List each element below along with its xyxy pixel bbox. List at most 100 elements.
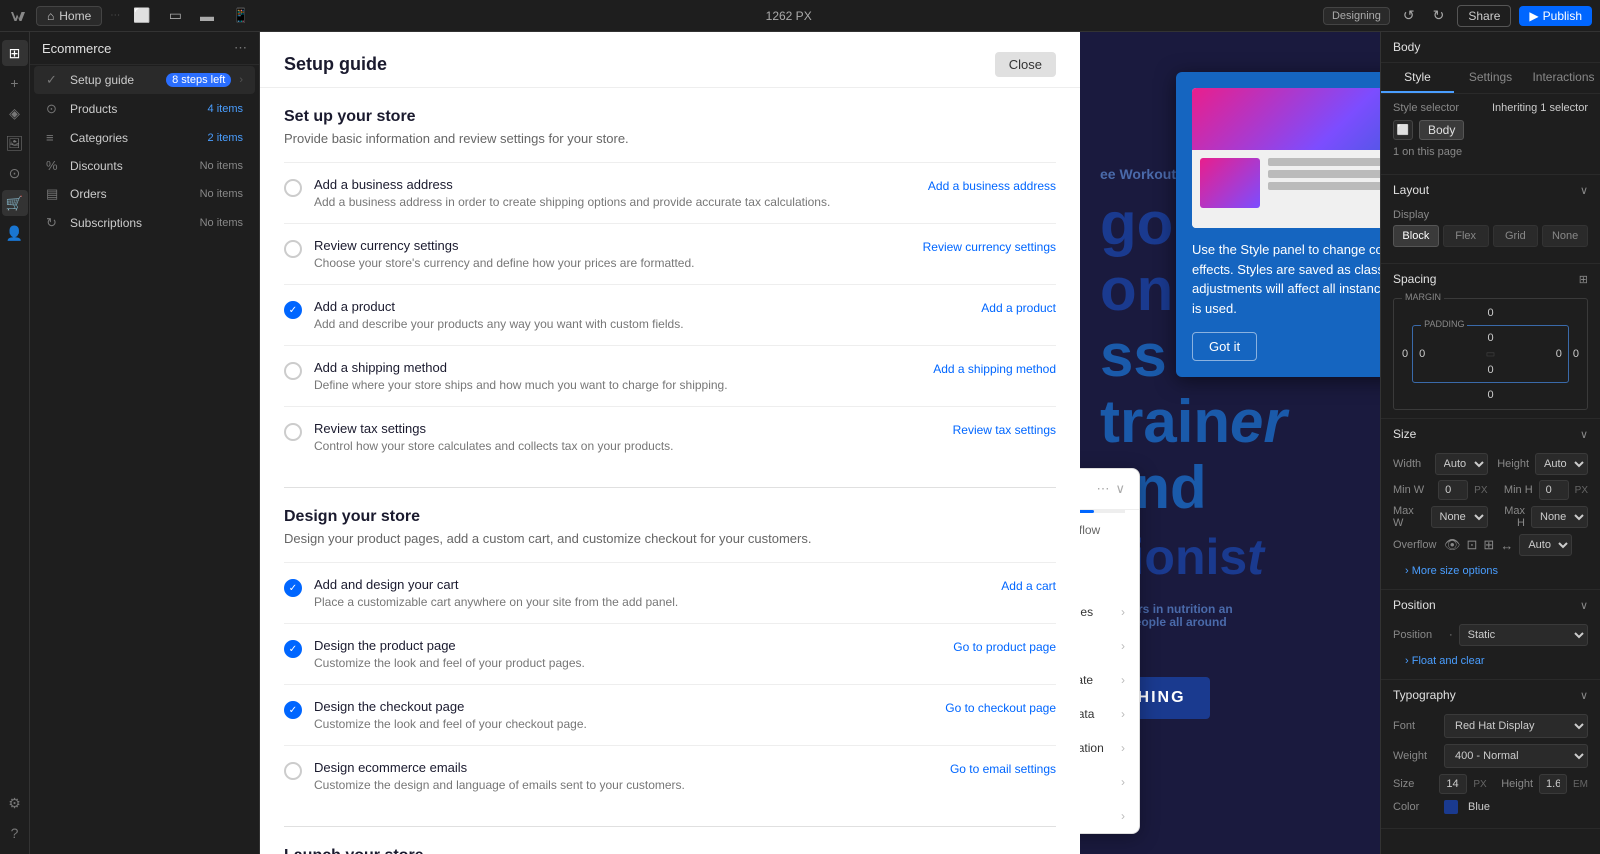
spacing-section-header[interactable]: Spacing ⊞ <box>1381 264 1600 290</box>
minw-input[interactable] <box>1438 480 1468 500</box>
overflow-row: Overflow 👁 ⊡ ⊞ ↔ Auto <box>1393 534 1588 556</box>
sidebar-icon-cms[interactable]: ⊙ <box>2 160 28 186</box>
nav-item-subscriptions[interactable]: ↻ Subscriptions No items <box>34 209 255 237</box>
overflow-icon-4[interactable]: ↔ <box>1500 538 1513 553</box>
margin-left-val[interactable]: 0 <box>1402 348 1408 360</box>
share-button[interactable]: Share <box>1457 5 1511 27</box>
step-action-emails[interactable]: Go to email settings <box>950 762 1056 776</box>
step-radio-checkout[interactable] <box>284 701 302 719</box>
step-action-2[interactable]: Review currency settings <box>923 240 1056 254</box>
step-radio-cart[interactable] <box>284 579 302 597</box>
layout-title: Layout <box>1393 183 1429 197</box>
overflow-icon-2[interactable]: ⊡ <box>1467 537 1478 553</box>
padding-left-val[interactable]: 0 <box>1419 348 1425 360</box>
margin-top-val[interactable]: 0 <box>1402 307 1579 319</box>
sidebar-icon-pages[interactable]: ⊞ <box>2 40 28 66</box>
step-radio-product[interactable] <box>284 640 302 658</box>
sidebar-icon-components[interactable]: ◈ <box>2 100 28 126</box>
width-select[interactable]: Auto <box>1435 453 1488 475</box>
setup-guide-close-button[interactable]: Close <box>995 52 1056 77</box>
step-radio-5[interactable] <box>284 423 302 441</box>
sidebar-icon-settings[interactable]: ⚙ <box>2 790 28 816</box>
maxh-label: Max H <box>1494 505 1526 529</box>
overflow-eye-icon[interactable]: 👁 <box>1444 537 1461 553</box>
webflow-logo[interactable] <box>8 6 28 26</box>
step-action-1[interactable]: Add a business address <box>928 179 1056 193</box>
get-started-chevron-icon[interactable]: ∨ <box>1115 481 1125 497</box>
position-select[interactable]: Static <box>1459 624 1588 646</box>
layout-section: Display Block Flex Grid None <box>1381 201 1600 264</box>
step-action-5[interactable]: Review tax settings <box>953 423 1056 437</box>
step-action-3[interactable]: Add a product <box>981 301 1056 315</box>
step-radio-4[interactable] <box>284 362 302 380</box>
layout-section-header[interactable]: Layout ∨ <box>1381 175 1600 201</box>
nav-item-setup-guide[interactable]: ✓ Setup guide 8 steps left › <box>34 66 255 94</box>
step-radio-emails[interactable] <box>284 762 302 780</box>
step-action-checkout[interactable]: Go to checkout page <box>945 701 1056 715</box>
more-size-options[interactable]: › More size options <box>1393 561 1588 581</box>
color-val: Blue <box>1468 801 1490 813</box>
nav-item-products[interactable]: ⊙ Products 4 items <box>34 95 255 123</box>
padding-right-val[interactable]: 0 <box>1556 348 1562 360</box>
publish-button[interactable]: ▶ Publish <box>1519 6 1592 26</box>
margin-label: MARGIN <box>1402 292 1444 302</box>
undo-icon[interactable]: ↺ <box>1398 5 1420 26</box>
sidebar-icon-add[interactable]: + <box>2 70 28 96</box>
tab-settings[interactable]: Settings <box>1454 63 1527 93</box>
size-section-header[interactable]: Size ∨ <box>1381 419 1600 445</box>
padding-top-val[interactable]: 0 <box>1419 332 1562 344</box>
maxh-select[interactable]: None <box>1531 506 1588 528</box>
home-button[interactable]: ⌂ Home <box>36 6 102 26</box>
minh-input[interactable] <box>1539 480 1569 500</box>
sidebar-icon-assets[interactable]: 🖼 <box>2 130 28 156</box>
nav-item-categories[interactable]: ≡ Categories 2 items <box>34 124 255 151</box>
desktop-icon[interactable]: ⬜ <box>128 5 155 26</box>
step-action-cart[interactable]: Add a cart <box>1001 579 1056 593</box>
phone-icon[interactable]: 📱 <box>227 5 254 26</box>
weight-select[interactable]: 400 - Normal <box>1444 744 1588 768</box>
layout-btn-none[interactable]: None <box>1542 225 1588 247</box>
tablet-icon[interactable]: ▭ <box>164 5 187 26</box>
nav-item-orders[interactable]: ▤ Orders No items <box>34 180 255 208</box>
step-radio-3[interactable] <box>284 301 302 319</box>
margin-bottom-val[interactable]: 0 <box>1402 389 1579 401</box>
redo-icon[interactable]: ↻ <box>1428 5 1450 26</box>
step-action-4[interactable]: Add a shipping method <box>933 362 1056 376</box>
tab-interactions[interactable]: Interactions <box>1527 63 1600 93</box>
margin-right-val[interactable]: 0 <box>1573 348 1579 360</box>
position-section-header[interactable]: Position ∨ <box>1381 590 1600 616</box>
overflow-select[interactable]: Auto <box>1519 534 1572 556</box>
body-selector-icon[interactable]: ⬜ <box>1393 120 1413 140</box>
tooltip-got-it-button[interactable]: Got it <box>1192 332 1257 361</box>
sidebar-icon-help[interactable]: ? <box>2 820 28 846</box>
left-panel-more-icon[interactable]: ⋯ <box>234 40 247 56</box>
height-select[interactable]: Auto <box>1535 453 1588 475</box>
designing-badge: Designing <box>1323 7 1390 25</box>
subscriptions-icon: ↻ <box>46 215 62 231</box>
layout-collapse-icon: ∨ <box>1580 184 1588 197</box>
tab-style[interactable]: Style <box>1381 63 1454 93</box>
sidebar-icon-users[interactable]: 👤 <box>2 220 28 246</box>
step-radio-2[interactable] <box>284 240 302 258</box>
typo-size-input[interactable] <box>1439 774 1467 794</box>
nav-item-discounts[interactable]: % Discounts No items <box>34 152 255 179</box>
layout-btn-grid[interactable]: Grid <box>1493 225 1539 247</box>
get-started-more-icon[interactable]: ⋯ <box>1096 481 1109 497</box>
padding-bottom-val[interactable]: 0 <box>1419 364 1562 376</box>
size-section: Width Auto Height Auto Min W PX Min H PX… <box>1381 445 1600 590</box>
sidebar-icon-ecommerce[interactable]: 🛒 <box>2 190 28 216</box>
typo-height-input[interactable] <box>1539 774 1567 794</box>
body-tag-label[interactable]: Body <box>1419 120 1464 140</box>
color-swatch[interactable] <box>1444 800 1458 814</box>
typography-section-header[interactable]: Typography ∨ <box>1381 680 1600 706</box>
layout-btn-block[interactable]: Block <box>1393 225 1439 247</box>
font-select[interactable]: Red Hat Display <box>1444 714 1588 738</box>
mobile-icon[interactable]: ▬ <box>195 6 219 26</box>
layout-btn-flex[interactable]: Flex <box>1443 225 1489 247</box>
step-radio-1[interactable] <box>284 179 302 197</box>
style-selector-val: Inheriting 1 selector <box>1492 102 1588 114</box>
overflow-icon-3[interactable]: ⊞ <box>1483 537 1494 553</box>
float-and-clear[interactable]: › Float and clear <box>1393 651 1588 671</box>
step-action-product[interactable]: Go to product page <box>953 640 1056 654</box>
maxw-select[interactable]: None <box>1431 506 1488 528</box>
